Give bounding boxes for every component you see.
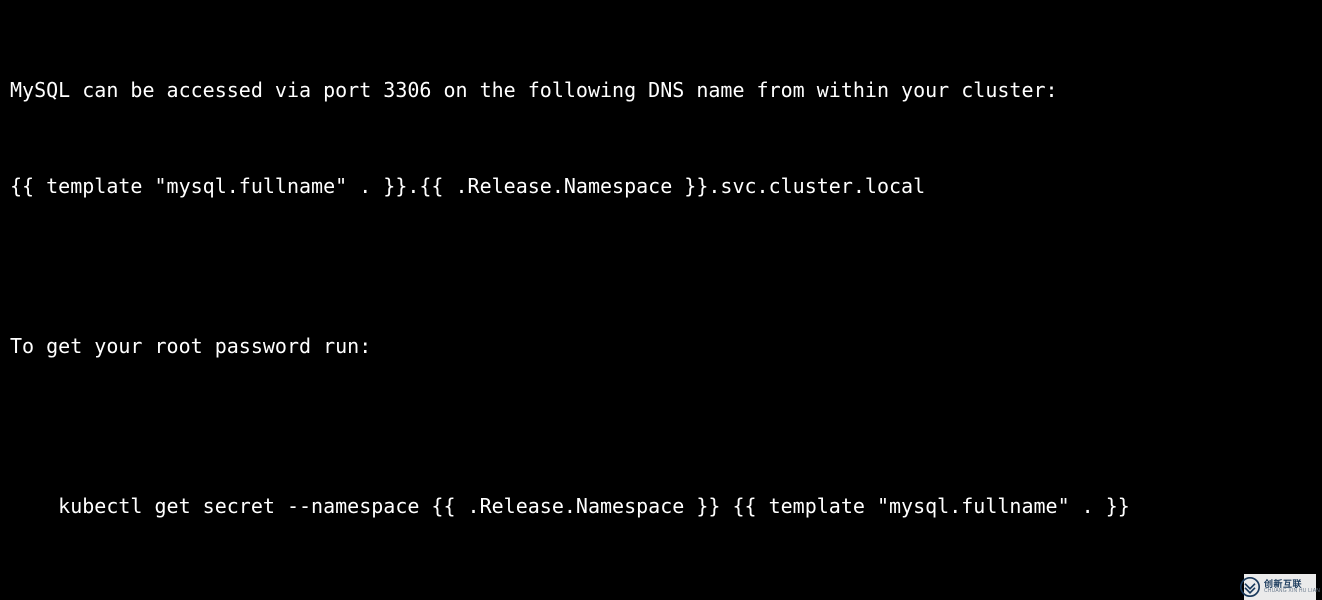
terminal-line: To get your root password run: — [10, 330, 1312, 362]
terminal-window[interactable]: MySQL can be accessed via port 3306 on t… — [0, 0, 1322, 600]
terminal-line: kubectl get secret --namespace {{ .Relea… — [10, 490, 1312, 522]
watermark-text-py: CHUANG XIN HU LIAN — [1264, 589, 1320, 594]
watermark-badge: 创新互联 CHUANG XIN HU LIAN — [1244, 574, 1316, 600]
terminal-line: {{ template "mysql.fullname" . }}.{{ .Re… — [10, 170, 1312, 202]
watermark-logo-icon — [1240, 577, 1260, 597]
terminal-line: MySQL can be accessed via port 3306 on t… — [10, 74, 1312, 106]
